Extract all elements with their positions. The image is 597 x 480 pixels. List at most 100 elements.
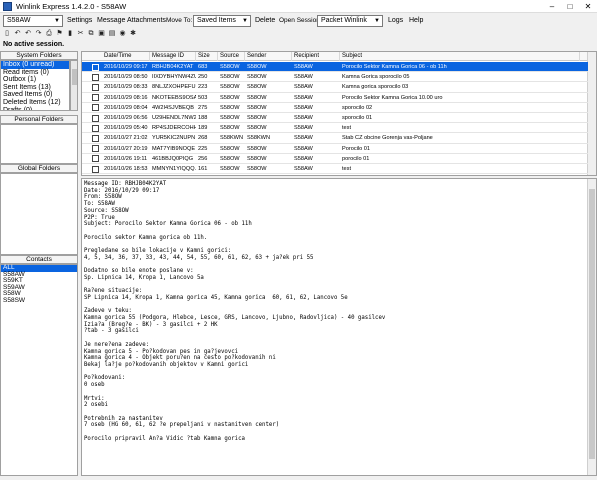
settings-icon[interactable]: ✱ <box>129 30 137 38</box>
message-cell: S58OW <box>220 145 240 152</box>
message-cell: 275 <box>198 104 208 111</box>
chevron-down-icon: ▼ <box>374 18 380 24</box>
new-message-icon[interactable]: ▯ <box>3 30 11 38</box>
message-list: Date/Time Message ID Size Source Sender Recip… <box>81 51 597 176</box>
message-cell: S58AW <box>294 104 313 111</box>
close-button[interactable]: ✕ <box>579 0 597 13</box>
message-cell: porocilo 01 <box>342 155 370 162</box>
message-cell: 2016/10/29 08:50 <box>104 74 148 81</box>
message-row[interactable]: 2016/10/26 19:11 461BBJQ0PIQG 256 S58OW S58O… <box>82 154 588 164</box>
app-icon <box>3 2 12 11</box>
session-value: Packet Winlink <box>321 17 367 24</box>
message-row[interactable]: 2016/10/27 21:02 YUR5KIC2NUPN 268 S58KWN S58… <box>82 133 588 144</box>
message-cell: 2016/10/29 08:33 <box>104 84 148 91</box>
folder-item[interactable]: Sent Items (13) <box>1 84 69 92</box>
contacts-header[interactable]: Contacts <box>0 255 78 264</box>
menu-logs[interactable]: Logs <box>388 17 403 24</box>
message-cell: S58OW <box>247 74 267 81</box>
message-body: Message ID: RBHJB04K2YAT Date: 2016/10/2… <box>84 181 386 442</box>
envelope-icon <box>92 104 99 112</box>
message-row[interactable]: 2016/10/29 08:33 8NLJZXOHPEFU 223 S58OW S58O… <box>82 82 588 93</box>
folder-item[interactable]: Drafts (0) <box>1 107 69 110</box>
message-cell: S58AW <box>294 155 313 162</box>
menu-message[interactable]: Message <box>97 17 125 24</box>
message-cell: S58OW <box>220 115 240 121</box>
reply-all-icon[interactable]: ↶ <box>24 30 32 38</box>
envelope-icon <box>92 114 99 122</box>
message-cell: MAT7YIB9NOQE <box>152 145 196 152</box>
reply-icon[interactable]: ↶ <box>14 30 22 38</box>
menu-help[interactable]: Help <box>409 17 423 24</box>
folder-item[interactable]: Saved Items (0) <box>1 91 69 99</box>
menu-settings[interactable]: Settings <box>67 17 92 24</box>
message-cell: S58OW <box>247 104 267 111</box>
message-cell: S58OW <box>247 125 267 132</box>
menu-attachments[interactable]: Attachments <box>127 17 166 24</box>
folder-item[interactable]: Deleted Items (12) <box>1 99 69 107</box>
chevron-down-icon: ▼ <box>54 18 60 24</box>
message-cell: S58OW <box>247 84 267 91</box>
message-row[interactable]: 2016/10/29 06:56 U29HENDL7NW2 188 S58OW S58O… <box>82 113 588 124</box>
column-header[interactable]: Recipient <box>292 52 340 61</box>
address-book-icon[interactable]: ▤ <box>108 30 116 38</box>
title-bar: Winlink Express 1.4.2.0 - S58AW – □ ✕ <box>0 0 597 13</box>
column-header[interactable]: Source <box>218 52 245 61</box>
flag-icon[interactable]: ⚑ <box>56 30 64 38</box>
session-select[interactable]: Packet Winlink ▼ <box>317 15 383 27</box>
minimize-button[interactable]: – <box>543 0 561 13</box>
message-row[interactable]: 2016/10/29 09:17 RBHJB04K2YAT 683 S58OW S58O… <box>82 62 588 73</box>
message-cell: Porocilo 01 <box>342 145 370 152</box>
message-cell: S58OW <box>220 64 240 70</box>
column-header[interactable]: Date/Time <box>102 52 150 61</box>
message-cell: 189 <box>198 125 208 132</box>
menu-delete[interactable]: Delete <box>255 17 275 24</box>
message-row[interactable]: 2016/10/29 08:16 NKOTEEBS9OSA 503 S58OW S58O… <box>82 93 588 103</box>
message-cell: MMNYN1YIQQQ... <box>152 166 196 172</box>
message-row[interactable]: 2016/10/29 05:40 RP4SJDERCOHH 189 S58OW S58O… <box>82 123 588 134</box>
message-row[interactable]: 2016/10/29 08:04 4W2I4SJVBEQB 275 S58OW S58O… <box>82 103 588 113</box>
personal-folders-header[interactable]: Personal Folders <box>0 115 78 124</box>
delete-icon[interactable]: ▮ <box>66 30 74 38</box>
folder-item[interactable]: Read items (0) <box>1 69 69 77</box>
move-to-label: Move To: <box>166 17 193 24</box>
scroll-thumb[interactable] <box>72 69 77 85</box>
maximize-button[interactable]: □ <box>561 0 579 13</box>
global-folders-header[interactable]: Global Folders <box>0 164 78 173</box>
column-header[interactable]: Subject <box>340 52 580 61</box>
move-to-select[interactable]: Saved Items ▼ <box>193 15 251 27</box>
message-cell: S58KWN <box>220 135 244 142</box>
message-list-scrollbar[interactable] <box>587 52 596 175</box>
globe-icon[interactable]: ◉ <box>119 30 127 38</box>
cut-icon[interactable]: ✂ <box>77 30 85 38</box>
column-header[interactable]: Sender <box>245 52 292 61</box>
folder-item[interactable]: Outbox (1) <box>1 76 69 84</box>
column-header[interactable]: Message ID <box>150 52 196 61</box>
message-cell: YUR5KIC2NUPN <box>152 135 196 142</box>
message-cell: S58OW <box>220 155 240 162</box>
folder-item[interactable]: Inbox (0 unread) <box>1 61 69 69</box>
column-header[interactable]: Size <box>196 52 218 61</box>
copy-icon[interactable]: ⧉ <box>87 30 95 38</box>
contact-item[interactable]: S58SW <box>1 297 77 305</box>
scroll-thumb[interactable] <box>589 189 595 459</box>
callsign-select[interactable]: S58AW ▼ <box>3 15 63 27</box>
print-icon[interactable]: ⎙ <box>45 30 53 38</box>
folders-scrollbar[interactable] <box>70 60 78 111</box>
message-row[interactable]: 2016/10/27 20:19 MAT7YIB9NOQE 225 S58OW S58O… <box>82 144 588 154</box>
message-row[interactable]: 2016/10/29 08:50 IIXDYBHYNW4ZU 250 S58OW S58… <box>82 72 588 83</box>
message-cell: S58OW <box>247 64 267 70</box>
message-cell: S58OW <box>247 115 267 121</box>
message-row[interactable]: 2016/10/26 18:53 MMNYN1YIQQQ... 161 S58OW S5… <box>82 164 588 175</box>
message-cell: S58AW <box>294 84 313 91</box>
message-cell: 683 <box>198 64 208 70</box>
message-cell: 2016/10/27 20:19 <box>104 145 148 152</box>
forward-icon[interactable]: ↷ <box>35 30 43 38</box>
save-icon[interactable]: ▣ <box>98 30 106 38</box>
reader-scrollbar[interactable] <box>587 179 596 475</box>
envelope-icon <box>92 155 99 163</box>
message-cell: S58OW <box>220 104 240 111</box>
message-cell: Stab CZ obcine Gorenja vas-Poljane <box>342 135 433 142</box>
message-cell: IIXDYBHYNW4ZU <box>152 74 196 81</box>
session-status: No active session. <box>3 41 65 48</box>
message-cell: sporocilo 01 <box>342 115 373 121</box>
